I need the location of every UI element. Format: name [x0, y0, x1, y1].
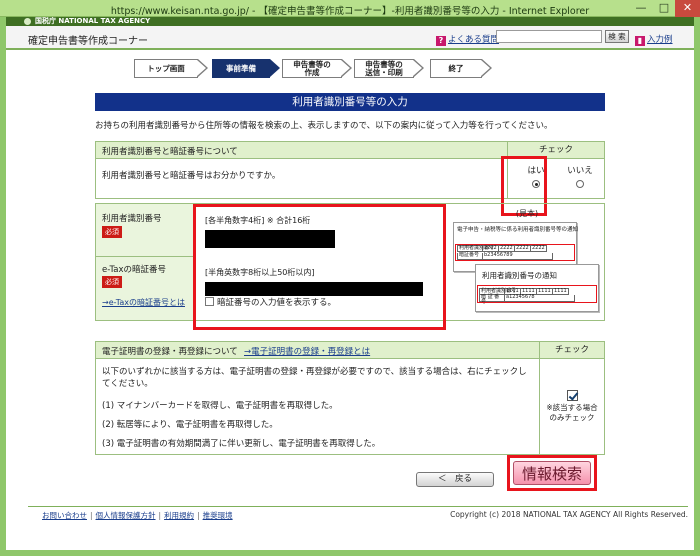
browser-titlebar: https://www.keisan.nta.go.jp/ - 【確定申告書等作… — [0, 0, 700, 17]
emblem-icon — [24, 18, 31, 25]
entry-example-link[interactable]: ▮ 入力例 — [635, 33, 673, 46]
footer-link-environment[interactable]: 推奨環境 — [203, 511, 233, 520]
highlight-box: 情報検索 — [507, 455, 597, 491]
search-input[interactable] — [496, 30, 602, 43]
minimize-icon[interactable]: — — [630, 0, 652, 17]
question-text: 利用者識別番号と暗証番号はお分かりですか。 — [102, 171, 281, 181]
question-icon: ? — [436, 36, 446, 46]
agency-bar: 国税庁 NATIONAL TAX AGENCY — [6, 17, 694, 26]
radio-no-icon[interactable] — [576, 180, 584, 188]
sample-title: (見本) — [515, 209, 539, 218]
list-item: (2) 転居等により、電子証明書を再取得した。 — [102, 420, 278, 430]
certificate-checkbox[interactable] — [567, 390, 578, 401]
window-frame-bottom — [0, 550, 700, 556]
password-hint: [半角英数字8桁以上50桁以内] — [205, 268, 315, 277]
site-name: 確定申告書等作成コーナー — [28, 36, 148, 47]
close-icon[interactable]: ✕ — [675, 0, 700, 17]
info-search-button[interactable]: 情報検索 — [513, 461, 591, 485]
sample-card-title: 利用者識別番号の通知 — [482, 271, 557, 280]
faq-label: よくある質問 — [448, 35, 500, 45]
page-title: 利用者識別番号等の入力 — [95, 93, 605, 111]
step-label: 事前準備 — [212, 59, 270, 78]
agency-logo[interactable]: 国税庁 NATIONAL TAX AGENCY — [24, 17, 150, 26]
list-item: (1) マイナンバーカードを取得し、電子証明書を再取得した。 — [102, 401, 338, 411]
step-label: 申告書等の 作成 — [282, 59, 342, 78]
id-knowledge-section: 利用者識別番号と暗証番号について チェック 利用者識別番号と暗証番号はお分かりで… — [95, 141, 605, 199]
footer-link-terms[interactable]: 利用規約 — [164, 511, 194, 520]
window-title: https://www.keisan.nta.go.jp/ - 【確定申告書等作… — [110, 6, 590, 17]
id-label: 利用者識別番号 — [102, 214, 162, 224]
check-header: チェック — [539, 342, 604, 358]
footer-link-privacy[interactable]: 個人情報保護方針 — [96, 511, 156, 520]
radio-yes[interactable]: はい — [516, 164, 556, 188]
etax-password-link[interactable]: →e-Taxの暗証番号とは — [102, 297, 185, 308]
check-note: ※該当する場合 のみチェック — [546, 403, 598, 422]
sample-card-title: 電子申告・納税等に係る利用者識別番号等の通知 — [457, 227, 579, 233]
check-header: チェック — [507, 142, 604, 158]
id-input-redacted[interactable] — [205, 230, 335, 248]
radio-yes-icon[interactable] — [532, 180, 540, 188]
certificate-info-link[interactable]: →電子証明書の登録・再登録とは — [244, 345, 370, 357]
page-content: 国税庁 NATIONAL TAX AGENCY 確定申告書等作成コーナー ? よく… — [6, 17, 694, 550]
footer-link-contact[interactable]: お問い合わせ — [42, 511, 87, 520]
intro-text: お持ちの利用者識別番号から住所等の情報を検索の上、表示しますので、以下の案内に従… — [95, 121, 553, 131]
faq-link[interactable]: ? よくある質問 — [436, 33, 499, 46]
step-label: 申告書等の 送信・印刷 — [354, 59, 414, 78]
answer-cell: はい いいえ — [507, 159, 604, 199]
certificate-description: 以下のいずれかに該当する方は、電子証明書の登録・再登録が必要ですので、該当する場… — [102, 367, 527, 389]
radio-no-label: いいえ — [567, 166, 593, 176]
maximize-icon[interactable]: □ — [653, 0, 675, 17]
radio-yes-label: はい — [527, 166, 545, 176]
agency-name: 国税庁 NATIONAL TAX AGENCY — [35, 17, 151, 25]
certificate-section: 電子証明書の登録・再登録について →電子証明書の登録・再登録とは チェック 以下… — [95, 341, 605, 455]
footer-links: お問い合わせ | 個人情報保護方針 | 利用規約 | 推奨環境 — [42, 511, 233, 520]
copyright: Copyright (c) 2018 NATIONAL TAX AGENCY A… — [450, 510, 688, 519]
progress-steps: トップ画面 事前準備 申告書等の 作成 申告書等の 送信・印刷 終了 — [134, 59, 494, 78]
step-label: 終了 — [430, 59, 482, 78]
site-header: 確定申告書等作成コーナー ? よくある質問 検 索 ▮ 入力例 — [6, 26, 694, 50]
entry-label: 入力例 — [647, 35, 673, 45]
required-badge: 必須 — [102, 226, 122, 238]
certificate-check-cell: ※該当する場合 のみチェック — [539, 359, 604, 455]
step-label: トップ画面 — [134, 59, 198, 78]
credentials-section: 利用者識別番号 必須 e-Taxの暗証番号 必須 →e-Taxの暗証番号とは [… — [95, 203, 605, 321]
sample-illustration: (見本) 電子申告・納税等に係る利用者識別番号等の通知 利用者識別番号 2222… — [451, 208, 603, 316]
credentials-labels: 利用者識別番号 必須 e-Taxの暗証番号 必須 →e-Taxの暗証番号とは — [96, 204, 196, 320]
password-label: e-Taxの暗証番号 — [102, 265, 167, 275]
section-header: 電子証明書の登録・再登録について →電子証明書の登録・再登録とは チェック — [96, 342, 604, 359]
sample-card-id-notice: 利用者識別番号の通知 利用者識別番号 1111 1111 1111 1111 暗… — [475, 264, 599, 312]
search-button[interactable]: 検 索 — [605, 30, 629, 43]
show-password-toggle[interactable]: 暗証番号の入力値を表示する。 — [205, 296, 336, 308]
show-password-label: 暗証番号の入力値を表示する。 — [217, 298, 337, 308]
back-button[interactable]: ＜ 戻る — [416, 472, 494, 487]
password-input-redacted[interactable] — [205, 282, 423, 296]
section-title: 電子証明書の登録・再登録について — [102, 347, 238, 357]
id-hint: [各半角数字4桁] ※ 合計16桁 — [205, 216, 311, 225]
section-header: 利用者識別番号と暗証番号について チェック — [96, 142, 604, 159]
book-icon: ▮ — [635, 36, 645, 46]
required-badge: 必須 — [102, 276, 122, 288]
show-password-checkbox[interactable] — [205, 297, 214, 306]
list-item: (3) 電子証明書の有効期間満了に伴い更新し、電子証明書を再取得した。 — [102, 439, 381, 449]
radio-no[interactable]: いいえ — [560, 164, 600, 188]
section-title: 利用者識別番号と暗証番号について — [102, 147, 238, 157]
